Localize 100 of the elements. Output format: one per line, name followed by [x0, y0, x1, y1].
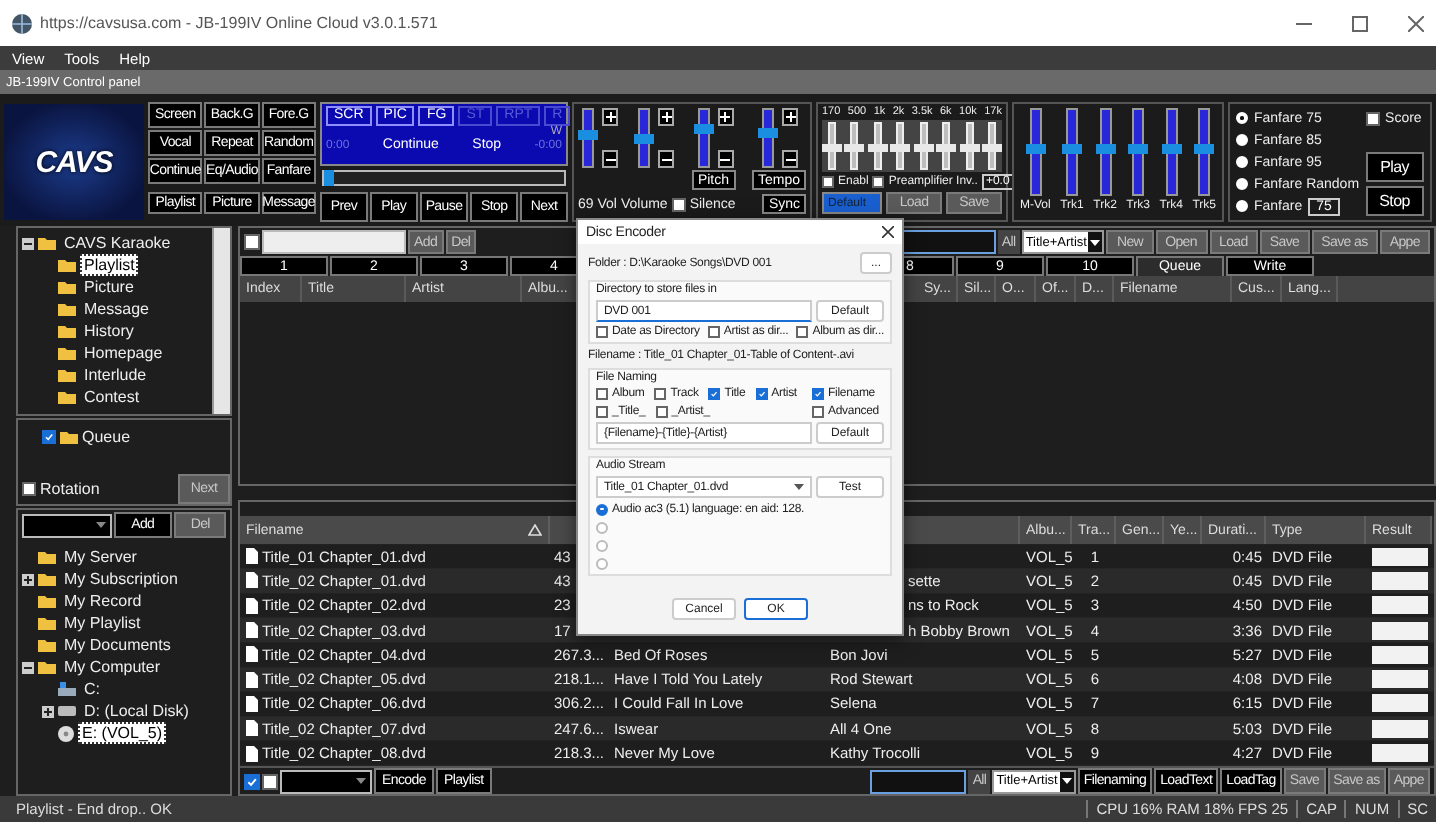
- tree-item[interactable]: C:: [80, 678, 104, 700]
- vertical-slider[interactable]: [1095, 108, 1116, 196]
- slider-thumb[interactable]: [867, 143, 888, 151]
- slider-thumb[interactable]: [578, 130, 598, 141]
- tree-item[interactable]: My Documents: [60, 634, 175, 656]
- tree-item[interactable]: Picture: [80, 276, 138, 298]
- vertical-slider[interactable]: [1128, 108, 1149, 196]
- maximize-icon[interactable]: [1352, 15, 1368, 31]
- expand-icon[interactable]: [42, 705, 54, 717]
- vertical-slider[interactable]: [634, 108, 655, 168]
- vertical-slider[interactable]: [936, 122, 957, 170]
- checkbox[interactable]: [244, 234, 260, 250]
- slider-thumb[interactable]: [1095, 143, 1116, 154]
- tree-item[interactable]: D: (Local Disk): [80, 700, 193, 722]
- plus-button[interactable]: [658, 108, 675, 126]
- vertical-slider[interactable]: [844, 122, 865, 170]
- checkbox[interactable]: [872, 176, 885, 188]
- tree-item[interactable]: CAVS Karaoke: [60, 232, 175, 254]
- vertical-slider[interactable]: [1194, 108, 1215, 196]
- tree-item[interactable]: Contest: [80, 386, 144, 408]
- vertical-slider[interactable]: [959, 122, 980, 170]
- radio-button[interactable]: [596, 503, 608, 515]
- slider-thumb[interactable]: [936, 143, 957, 151]
- vertical-slider[interactable]: [578, 108, 598, 168]
- minus-button[interactable]: [658, 150, 675, 168]
- tree-item[interactable]: Message: [80, 298, 153, 320]
- tree-item[interactable]: My Computer: [60, 656, 165, 678]
- checkbox[interactable]: [796, 326, 809, 338]
- checkbox[interactable]: [812, 388, 824, 400]
- minus-button[interactable]: [602, 150, 618, 168]
- checkbox[interactable]: [1365, 111, 1380, 125]
- slider-thumb[interactable]: [758, 128, 779, 138]
- progress-slider[interactable]: [322, 170, 566, 187]
- minus-button[interactable]: [782, 150, 799, 168]
- search-field[interactable]: [870, 769, 967, 793]
- tree-item[interactable]: E: (VOL_5): [78, 722, 167, 744]
- vertical-slider[interactable]: [981, 122, 1002, 170]
- tree-item[interactable]: My Server: [60, 546, 141, 568]
- encode-combo[interactable]: [280, 769, 372, 793]
- checkbox[interactable]: [22, 482, 36, 496]
- checkbox[interactable]: [42, 429, 56, 443]
- plus-button[interactable]: [782, 108, 799, 126]
- vertical-slider[interactable]: [1161, 108, 1182, 196]
- preview-button[interactable]: Play: [1365, 152, 1424, 182]
- filter-combo[interactable]: [22, 513, 112, 537]
- preview-button[interactable]: Stop: [1365, 186, 1424, 216]
- slider-thumb[interactable]: [324, 170, 334, 187]
- slider-thumb[interactable]: [693, 123, 714, 133]
- tree-item[interactable]: My Playlist: [60, 612, 145, 634]
- slider-thumb[interactable]: [822, 143, 842, 151]
- tree-item[interactable]: My Record: [60, 590, 146, 612]
- vertical-slider[interactable]: [758, 108, 779, 168]
- slider-thumb[interactable]: [1061, 143, 1082, 154]
- close-icon[interactable]: [882, 226, 894, 238]
- checkbox[interactable]: [654, 388, 667, 400]
- tree-item[interactable]: Queue: [82, 427, 131, 445]
- plus-button[interactable]: [717, 108, 734, 126]
- scrollbar[interactable]: [212, 228, 230, 414]
- tree-item[interactable]: History: [80, 320, 138, 342]
- checkbox[interactable]: [822, 176, 834, 188]
- checkbox[interactable]: [596, 388, 608, 400]
- checkbox[interactable]: [596, 406, 608, 418]
- checkbox[interactable]: [707, 326, 720, 338]
- checkbox[interactable]: [755, 388, 768, 400]
- slider-thumb[interactable]: [913, 143, 934, 151]
- checkbox[interactable]: [812, 406, 824, 418]
- tree-item[interactable]: My Subscription: [60, 568, 182, 590]
- slider-thumb[interactable]: [634, 133, 655, 143]
- tree-item[interactable]: Homepage: [80, 342, 167, 364]
- vertical-slider[interactable]: [693, 108, 714, 168]
- slider-thumb[interactable]: [981, 143, 1002, 151]
- expand-icon[interactable]: [22, 573, 34, 585]
- search-field[interactable]: [899, 230, 996, 254]
- vertical-slider[interactable]: [867, 122, 888, 170]
- vertical-slider[interactable]: [1061, 108, 1082, 196]
- tree-item[interactable]: Playlist: [80, 254, 139, 276]
- checkbox[interactable]: [655, 406, 668, 418]
- radio-button[interactable]: [596, 521, 608, 533]
- slider-thumb[interactable]: [1025, 143, 1046, 154]
- close-icon[interactable]: [1408, 15, 1424, 31]
- vertical-slider[interactable]: [1025, 108, 1046, 196]
- vertical-slider[interactable]: [890, 122, 911, 170]
- slider-thumb[interactable]: [890, 143, 911, 151]
- checkbox[interactable]: [671, 197, 686, 211]
- vertical-slider[interactable]: [913, 122, 934, 170]
- slider-thumb[interactable]: [1128, 143, 1149, 154]
- vertical-slider[interactable]: [822, 122, 842, 170]
- collapse-icon[interactable]: [22, 661, 34, 673]
- radio-button[interactable]: [596, 539, 608, 551]
- tree-item[interactable]: Interlude: [80, 364, 151, 386]
- checkbox[interactable]: [262, 773, 278, 789]
- minus-button[interactable]: [717, 150, 734, 168]
- collapse-icon[interactable]: [22, 237, 34, 249]
- slider-thumb[interactable]: [844, 143, 865, 151]
- slider-thumb[interactable]: [959, 143, 980, 151]
- checkbox[interactable]: [708, 388, 721, 400]
- slider-thumb[interactable]: [1194, 143, 1215, 154]
- plus-button[interactable]: [602, 108, 618, 126]
- checkbox[interactable]: [244, 773, 260, 789]
- checkbox[interactable]: [596, 326, 608, 338]
